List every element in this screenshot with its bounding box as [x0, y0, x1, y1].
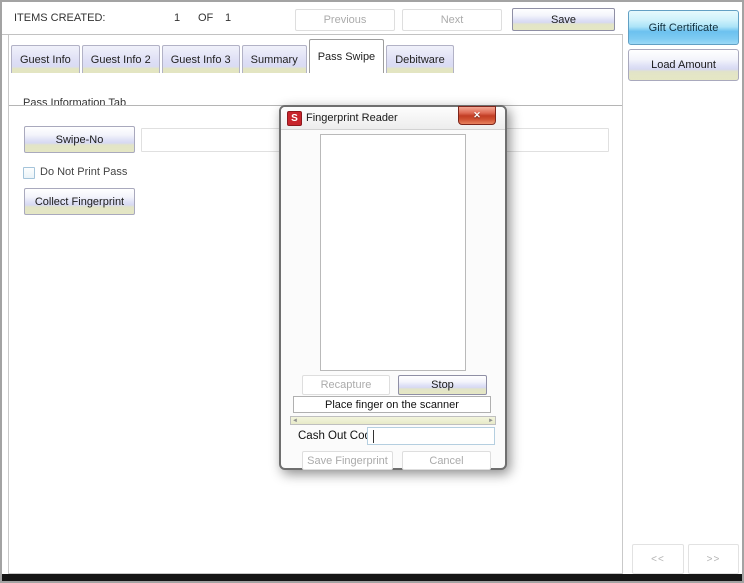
items-created-of-label: OF: [198, 12, 214, 24]
scroll-left-arrow-icon: ◄: [292, 417, 298, 424]
do-not-print-pass-checkbox[interactable]: [23, 167, 35, 179]
recapture-button[interactable]: Recapture: [302, 375, 390, 395]
fingerprint-capture-area: [320, 134, 466, 371]
scroll-previous-button[interactable]: <<: [632, 544, 684, 574]
tab-guest-info-2[interactable]: Guest Info 2: [81, 45, 160, 73]
tab-pass-swipe[interactable]: Pass Swipe: [308, 39, 385, 73]
items-created-current: 1: [174, 12, 181, 24]
previous-button[interactable]: Previous: [295, 9, 395, 31]
window-bottom-edge: [2, 574, 742, 581]
load-amount-button[interactable]: Load Amount: [628, 49, 739, 81]
stop-button[interactable]: Stop: [398, 375, 487, 395]
cash-out-code-input[interactable]: [368, 428, 494, 444]
dialog-title: Fingerprint Reader: [306, 112, 398, 124]
fingerprint-reader-dialog: S Fingerprint Reader ✕ Recapture Stop Pl…: [279, 105, 507, 470]
scanner-status-message: Place finger on the scanner: [293, 396, 491, 413]
tab-strip: Guest Info Guest Info 2 Guest Info 3 Sum…: [11, 39, 456, 73]
tab-guest-info-3[interactable]: Guest Info 3: [161, 45, 240, 73]
next-button[interactable]: Next: [402, 9, 502, 31]
scroll-next-button[interactable]: >>: [688, 544, 739, 574]
text-cursor: [373, 430, 374, 443]
gift-certificate-button[interactable]: Gift Certificate: [628, 10, 739, 45]
tab-debitware[interactable]: Debitware: [386, 45, 454, 73]
app-window: ITEMS CREATED: 1 OF 1 Previous Next Save…: [0, 0, 744, 583]
app-logo-icon: S: [287, 111, 302, 126]
scan-progress-bar[interactable]: ◄ ►: [290, 416, 496, 425]
items-created-total: 1: [225, 12, 232, 24]
cash-out-code-field: [367, 427, 495, 445]
swipe-no-button[interactable]: Swipe-No: [24, 126, 135, 153]
dialog-titlebar[interactable]: S Fingerprint Reader ✕: [281, 106, 505, 130]
do-not-print-pass-label: Do Not Print Pass: [40, 166, 128, 178]
pass-information-tab-label: Pass Information Tab: [23, 97, 127, 109]
close-icon[interactable]: ✕: [458, 106, 496, 125]
save-fingerprint-button[interactable]: Save Fingerprint: [302, 451, 393, 470]
tab-summary[interactable]: Summary: [241, 45, 307, 73]
collect-fingerprint-button[interactable]: Collect Fingerprint: [24, 188, 135, 215]
save-button[interactable]: Save: [512, 8, 615, 31]
cancel-button[interactable]: Cancel: [402, 451, 491, 470]
scroll-right-arrow-icon: ►: [488, 417, 494, 424]
items-created-label: ITEMS CREATED:: [14, 12, 106, 24]
tab-guest-info[interactable]: Guest Info: [11, 45, 80, 73]
